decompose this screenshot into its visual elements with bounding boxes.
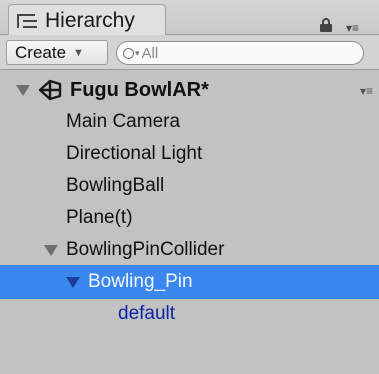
lock-icon[interactable] xyxy=(318,18,334,32)
scene-menu-icon[interactable]: ▾≡ xyxy=(360,84,373,98)
item-label: Plane(t) xyxy=(66,207,133,228)
create-label: Create xyxy=(15,42,67,62)
list-item[interactable]: Directional Light xyxy=(0,137,379,171)
list-item-selected[interactable]: Bowling_Pin xyxy=(0,265,379,299)
search-field[interactable]: ▾ xyxy=(116,41,364,65)
list-item[interactable]: default xyxy=(0,297,379,331)
scene-row[interactable]: Fugu BowlAR* ▾≡ xyxy=(0,73,379,107)
expand-arrow-icon[interactable] xyxy=(44,244,58,256)
search-input[interactable] xyxy=(141,44,342,62)
expand-arrow-icon[interactable] xyxy=(66,276,80,288)
item-label: default xyxy=(118,303,176,324)
hierarchy-tree: Fugu BowlAR* ▾≡ Main Camera Directional … xyxy=(0,71,379,374)
tab-title: Hierarchy xyxy=(45,8,135,32)
list-item[interactable]: Main Camera xyxy=(0,105,379,139)
item-label: BowlingPinCollider xyxy=(66,239,225,260)
chevron-down-icon: ▼ xyxy=(73,46,84,59)
item-label: Bowling_Pin xyxy=(88,271,193,292)
list-item[interactable]: BowlingBall xyxy=(0,169,379,203)
unity-scene-icon xyxy=(38,79,62,101)
scene-name: Fugu BowlAR* xyxy=(70,78,209,101)
search-icon[interactable]: ▾ xyxy=(123,47,140,59)
hierarchy-window: Hierarchy ▾≡ Create ▼ ▾ Fugu BowlAR* ▾≡ … xyxy=(0,0,379,374)
item-label: Directional Light xyxy=(66,143,203,164)
tab-bar: Hierarchy ▾≡ xyxy=(0,0,379,36)
item-label: BowlingBall xyxy=(66,175,165,196)
hierarchy-icon xyxy=(17,11,39,31)
tab-hierarchy[interactable]: Hierarchy xyxy=(8,4,166,36)
list-item[interactable]: BowlingPinCollider xyxy=(0,233,379,267)
create-button[interactable]: Create ▼ xyxy=(6,40,108,65)
hierarchy-toolbar: Create ▼ ▾ xyxy=(0,35,379,70)
list-item[interactable]: Plane(t) xyxy=(0,201,379,235)
item-label: Main Camera xyxy=(66,111,181,132)
expand-arrow-icon[interactable] xyxy=(16,84,30,96)
panel-menu-icon[interactable]: ▾≡ xyxy=(346,22,374,34)
